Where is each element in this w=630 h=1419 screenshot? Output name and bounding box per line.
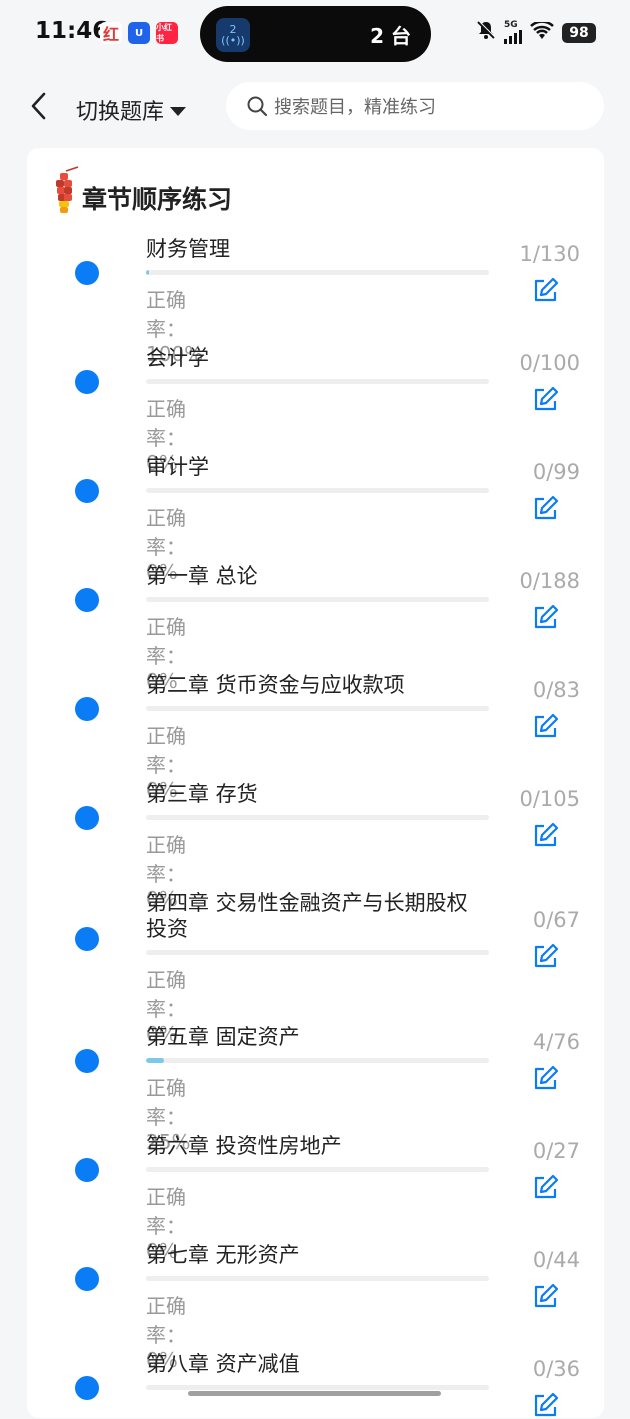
practice-edit-icon[interactable]	[532, 1173, 560, 1201]
progress-fill	[146, 1058, 165, 1063]
practice-edit-icon[interactable]	[532, 276, 560, 304]
firecracker-icon	[56, 166, 79, 213]
app-badge-icon: 红	[100, 22, 122, 44]
chapter-status-dot	[75, 261, 99, 285]
battery-level: 98	[562, 22, 596, 43]
accuracy-label: 正确率：	[146, 833, 186, 886]
progress-bar	[146, 1385, 489, 1390]
section-title: 章节顺序练习	[82, 180, 232, 216]
question-count: 0/27	[532, 1139, 580, 1163]
practice-edit-icon[interactable]	[532, 1391, 560, 1419]
progress-bar	[146, 1058, 489, 1063]
progress-bar	[146, 270, 489, 275]
chapter-name: 第五章 固定资产	[146, 1025, 300, 1049]
chapter-name: 第一章 总论	[146, 564, 258, 588]
question-count: 0/188	[519, 569, 580, 593]
status-time: 11:46	[35, 18, 109, 44]
progress-bar	[146, 488, 489, 493]
question-count: 0/105	[519, 787, 580, 811]
broadcast-waves-icon: ((•))	[221, 34, 245, 47]
wifi-icon	[530, 19, 554, 44]
accuracy-label: 正确率：	[146, 288, 186, 341]
question-count: 0/99	[532, 460, 580, 484]
chapter-name: 第七章 无形资产	[146, 1243, 300, 1267]
chapter-name: 第六章 投资性房地产	[146, 1134, 342, 1158]
question-count: 0/100	[519, 351, 580, 375]
practice-edit-icon[interactable]	[532, 712, 560, 740]
dynamic-island[interactable]: 2 ((•)) 2 台	[200, 6, 431, 62]
chapter-status-dot	[75, 479, 99, 503]
status-indicators: 5G 98	[476, 19, 596, 45]
question-count: 0/83	[532, 678, 580, 702]
accuracy-label: 正确率：	[146, 1185, 186, 1238]
accuracy-label: 正确率：	[146, 968, 186, 1021]
home-indicator[interactable]	[188, 1391, 441, 1396]
question-count: 0/36	[532, 1357, 580, 1381]
progress-bar	[146, 815, 489, 820]
practice-edit-icon[interactable]	[532, 1064, 560, 1092]
progress-fill	[146, 270, 149, 275]
question-count: 0/44	[532, 1248, 580, 1272]
chapter-name: 第三章 存货	[146, 782, 258, 806]
chapter-name: 第二章 货币资金与应收款项	[146, 673, 405, 697]
chapter-status-dot	[75, 370, 99, 394]
progress-bar	[146, 706, 489, 711]
chapter-name: 第八章 资产减值	[146, 1352, 300, 1376]
island-text: 2 台	[370, 24, 411, 48]
chapter-status-dot	[75, 1376, 99, 1400]
chapter-name: 财务管理	[146, 237, 230, 261]
progress-bar	[146, 950, 489, 955]
chevron-left-icon	[31, 92, 46, 120]
practice-edit-icon[interactable]	[532, 1282, 560, 1310]
accuracy-label: 正确率：	[146, 1294, 186, 1347]
chapter-status-dot	[75, 1267, 99, 1291]
chapter-name: 会计学	[146, 346, 209, 370]
cell-signal-icon: 5G	[504, 21, 522, 44]
switch-question-bank[interactable]: 切换题库	[76, 94, 187, 126]
chapter-name: 第四章 交易性金融资产与长期股权投资	[146, 891, 468, 941]
accuracy-label: 正确率：	[146, 397, 186, 450]
chapter-name: 审计学	[146, 455, 209, 479]
practice-edit-icon[interactable]	[532, 821, 560, 849]
app-badge-icon: U	[128, 22, 150, 44]
progress-bar	[146, 1276, 489, 1281]
notification-app-icons: 红 U 小红书	[100, 22, 178, 44]
practice-edit-icon[interactable]	[532, 603, 560, 631]
mute-bell-icon	[476, 20, 496, 45]
chapter-status-dot	[75, 588, 99, 612]
section-title-text: 章节顺序练习	[82, 185, 233, 214]
caret-down-icon	[170, 106, 187, 116]
accuracy-label: 正确率：	[146, 1076, 186, 1129]
chapter-status-dot	[75, 1158, 99, 1182]
accuracy-label: 正确率：	[146, 724, 186, 777]
chapter-status-dot	[75, 697, 99, 721]
progress-bar	[146, 1167, 489, 1172]
question-count: 1/130	[519, 242, 580, 266]
practice-edit-icon[interactable]	[532, 942, 560, 970]
search-placeholder: 搜索题目，精准练习	[274, 97, 436, 118]
xiaohongshu-icon: 小红书	[156, 22, 178, 44]
search-icon	[247, 96, 268, 117]
back-button[interactable]	[26, 90, 52, 122]
network-type: 5G	[504, 20, 518, 30]
chapter-status-dot	[75, 1049, 99, 1073]
chapter-status-dot	[75, 806, 99, 830]
status-bar: 11:46 红 U 小红书 2 ((•)) 2 台 5G 98	[0, 0, 630, 70]
accuracy-label: 正确率：	[146, 506, 186, 559]
practice-edit-icon[interactable]	[532, 385, 560, 413]
switch-bank-label: 切换题库	[76, 100, 165, 125]
progress-bar	[146, 379, 489, 384]
question-count: 0/67	[532, 908, 580, 932]
chapter-status-dot	[75, 927, 99, 951]
nfc-broadcast-icon: 2 ((•))	[216, 18, 250, 52]
accuracy-label: 正确率：	[146, 615, 186, 668]
top-header: 切换题库 搜索题目，精准练习	[0, 70, 630, 146]
practice-edit-icon[interactable]	[532, 494, 560, 522]
search-input[interactable]: 搜索题目，精准练习	[226, 82, 604, 130]
progress-bar	[146, 597, 489, 602]
question-count: 4/76	[532, 1030, 580, 1054]
